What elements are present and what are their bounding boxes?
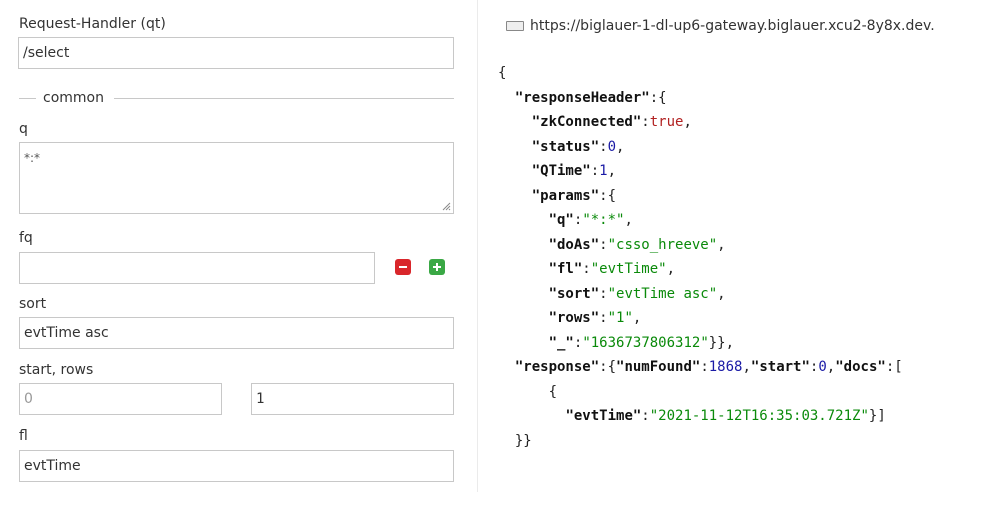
json-key: "response"	[514, 359, 600, 375]
rows-input[interactable]: 1	[251, 383, 454, 415]
response-panel: https://biglauer-1-dl-up6-gateway.biglau…	[478, 0, 998, 506]
fl-input[interactable]: evtTime	[19, 450, 454, 482]
json-key: "status"	[531, 138, 600, 155]
add-fq-button[interactable]	[429, 259, 445, 275]
json-key: "zkConnected"	[531, 114, 642, 130]
json-key: "responseHeader"	[514, 89, 650, 106]
sort-value: evtTime asc	[24, 325, 109, 341]
q-value: *:*	[24, 151, 41, 165]
plus-icon	[433, 263, 441, 271]
json-key: "params"	[531, 187, 600, 204]
q-label: q	[19, 121, 28, 137]
start-rows-label: start, rows	[19, 362, 94, 378]
json-key: "numFound"	[616, 359, 701, 375]
json-key: "QTime"	[531, 163, 591, 179]
json-response: { "responseHeader":{ "zkConnected":true,…	[498, 65, 903, 449]
request-handler-input[interactable]: /select	[18, 37, 454, 69]
fieldset-line-left	[19, 98, 36, 99]
json-key: "rows"	[548, 310, 600, 326]
rows-value: 1	[256, 391, 265, 407]
json-line: {	[498, 65, 507, 81]
json-value: "csso_hreeve"	[607, 236, 718, 253]
sort-input[interactable]: evtTime asc	[19, 317, 454, 349]
sort-label: sort	[19, 296, 47, 312]
fl-value: evtTime	[24, 458, 81, 474]
json-value: "*:*"	[582, 212, 625, 228]
json-value: "1"	[607, 310, 633, 326]
resize-handle-icon[interactable]	[441, 201, 451, 211]
fq-label: fq	[19, 230, 33, 246]
fieldset-line-right	[114, 98, 454, 99]
json-value: "1636737806312"	[582, 334, 709, 351]
fl-label: fl	[19, 428, 28, 444]
json-value: true	[649, 114, 684, 130]
fq-input[interactable]	[19, 252, 375, 284]
json-key: "q"	[548, 212, 574, 228]
json-line: {	[548, 383, 558, 400]
response-url[interactable]: https://biglauer-1-dl-up6-gateway.biglau…	[506, 18, 935, 34]
request-handler-label: Request-Handler (qt)	[19, 16, 166, 32]
json-value: 0	[818, 359, 827, 375]
json-value: "2021-11-12T16:35:03.721Z"	[649, 408, 869, 424]
json-key: "fl"	[548, 261, 583, 277]
json-key: "docs"	[835, 359, 886, 375]
q-textarea[interactable]: *:*	[19, 142, 454, 214]
json-value: 0	[607, 138, 617, 155]
start-placeholder: 0	[24, 391, 33, 407]
json-value: 1868	[708, 359, 743, 375]
json-key: "start"	[750, 359, 810, 375]
json-key: "_"	[548, 334, 574, 351]
link-icon	[506, 21, 524, 31]
start-input[interactable]: 0	[19, 383, 222, 415]
request-handler-value: /select	[23, 45, 70, 61]
json-key: "sort"	[548, 285, 600, 302]
minus-icon	[399, 266, 407, 268]
json-value: "evtTime asc"	[607, 285, 718, 302]
common-legend: common	[39, 90, 108, 106]
remove-fq-button[interactable]	[395, 259, 411, 275]
response-url-text: https://biglauer-1-dl-up6-gateway.biglau…	[530, 18, 935, 34]
json-value: "evtTime"	[590, 261, 667, 277]
query-form: Request-Handler (qt) /select common q *:…	[0, 0, 478, 506]
json-key: "doAs"	[548, 236, 600, 253]
json-line: }}	[514, 432, 532, 449]
json-key: "evtTime"	[565, 408, 642, 424]
json-value: 1	[599, 163, 608, 179]
